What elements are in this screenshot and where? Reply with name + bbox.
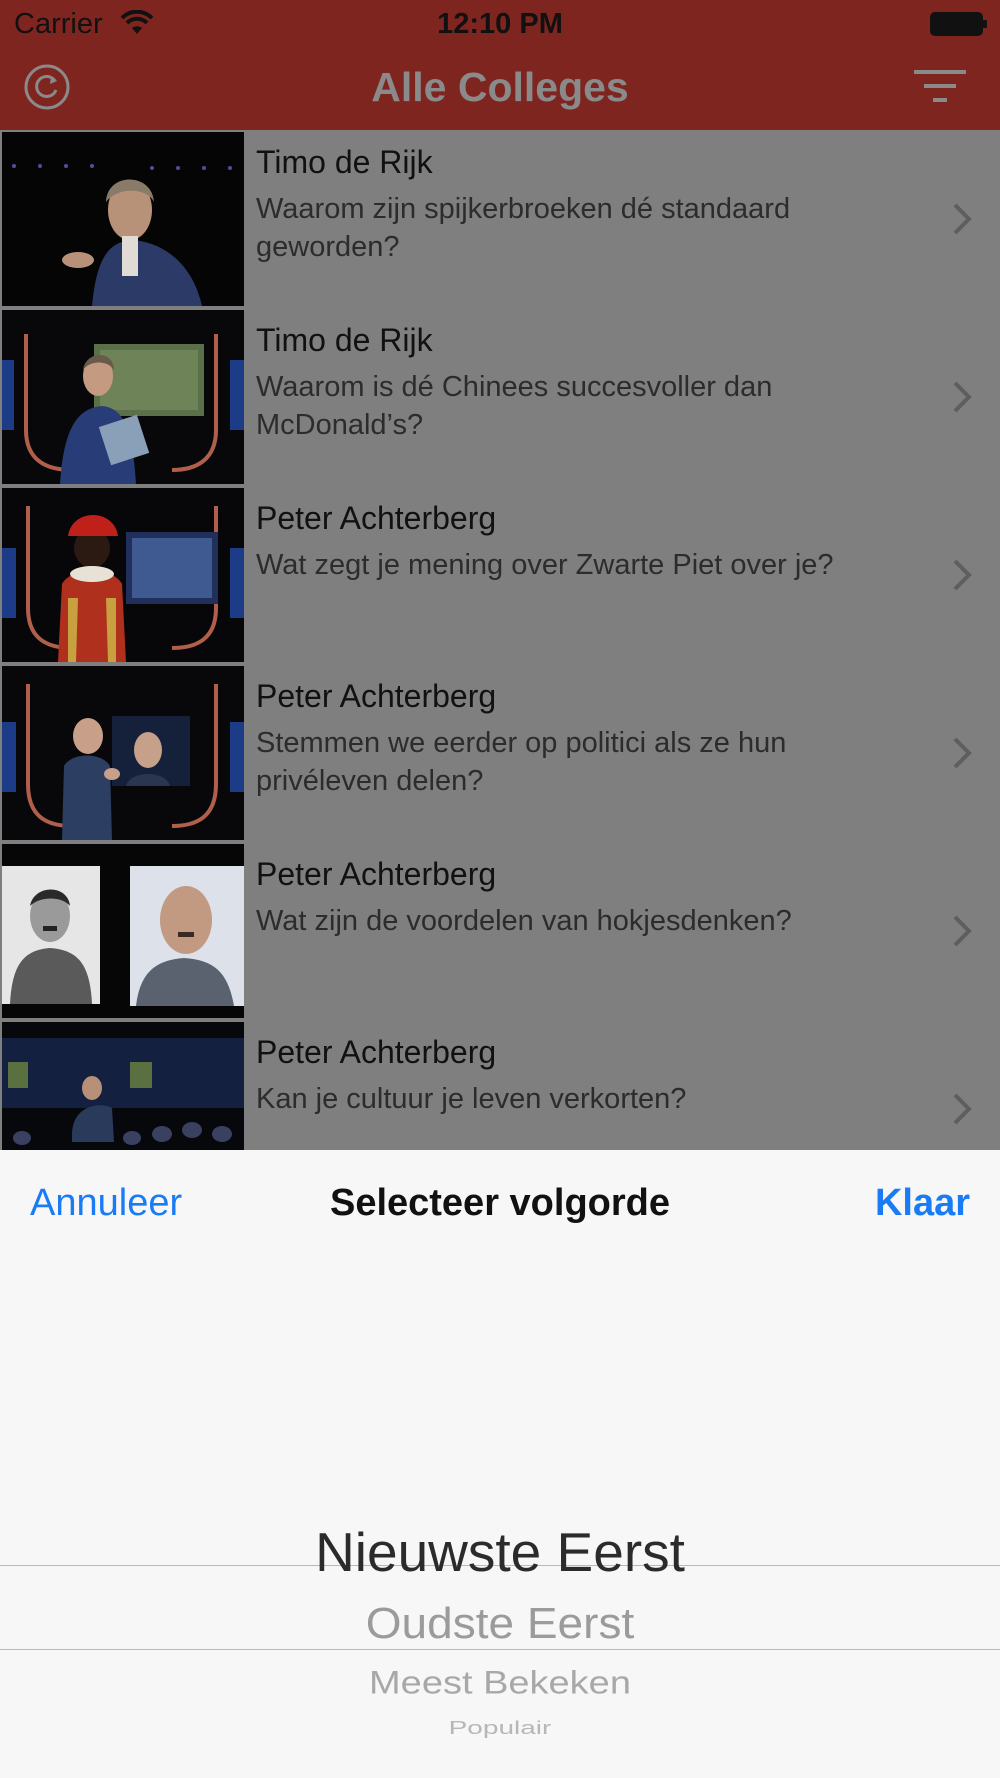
clock: 12:10 PM: [437, 8, 563, 40]
lecture-thumbnail: [2, 844, 244, 1018]
picker-title: Selecteer volgorde: [329, 1182, 671, 1224]
list-item[interactable]: Peter Achterberg Wat zegt je mening over…: [0, 486, 1000, 666]
chevron-right-icon: [953, 737, 972, 769]
speaker-name: Peter Achterberg: [256, 1034, 497, 1070]
picker-option-selected[interactable]: Nieuwste Eerst: [0, 1520, 1000, 1584]
sort-picker-sheet: Annuleer Selecteer volgorde Klaar Nieuws…: [0, 1150, 1000, 1778]
list-item[interactable]: Timo de Rijk Waarom is dé Chinees succes…: [0, 308, 1000, 488]
navigation-bar: Carrier 12:10 PM Alle Colleges: [0, 0, 1000, 130]
list-item[interactable]: Peter Achterberg Wat zijn de voordelen v…: [0, 842, 1000, 1022]
chevron-right-icon: [953, 915, 972, 947]
lecture-thumbnail: [2, 666, 244, 840]
chevron-right-icon: [953, 381, 972, 413]
speaker-name: Peter Achterberg: [256, 500, 497, 536]
selection-bottom-line: [0, 1649, 1000, 1650]
chevron-right-icon: [953, 203, 972, 235]
done-button[interactable]: Klaar: [875, 1182, 970, 1225]
lecture-title: Wat zijn de voordelen van hokjesdenken?: [256, 905, 792, 937]
list-item[interactable]: Timo de Rijk Waarom zijn spijkerbroeken …: [0, 130, 1000, 310]
lecture-title: Kan je cultuur je leven verkorten?: [256, 1083, 687, 1115]
picker-option[interactable]: Meest Bekeken: [0, 1665, 1000, 1702]
page-title: Alle Colleges: [371, 64, 629, 110]
filter-icon[interactable]: [914, 66, 966, 106]
lecture-thumbnail: [2, 310, 244, 484]
picker-toolbar: Annuleer Selecteer volgorde Klaar: [0, 1150, 1000, 1253]
list-item[interactable]: Peter Achterberg Kan je cultuur je leven…: [0, 1020, 1000, 1150]
speaker-name: Peter Achterberg: [256, 856, 497, 892]
lecture-title: Wat zegt je mening over Zwarte Piet over…: [256, 549, 834, 581]
lecture-title: Waarom is dé Chinees succesvoller dan Mc…: [256, 371, 773, 441]
lecture-thumbnail: [2, 488, 244, 662]
status-bar: Carrier 12:10 PM: [0, 0, 1000, 50]
picker-option[interactable]: Oudste Eerst: [0, 1597, 1000, 1648]
college-list: Timo de Rijk Waarom zijn spijkerbroeken …: [0, 130, 1000, 1150]
chevron-right-icon: [953, 1093, 972, 1125]
lecture-title: Waarom zijn spijkerbroeken dé standaard …: [256, 193, 791, 263]
lecture-thumbnail: [2, 132, 244, 306]
speaker-name: Timo de Rijk: [256, 144, 433, 180]
list-item[interactable]: Peter Achterberg Stemmen we eerder op po…: [0, 664, 1000, 844]
lecture-title: Stemmen we eerder op politici als ze hun…: [256, 727, 787, 797]
chevron-right-icon: [953, 559, 972, 591]
lecture-thumbnail: [2, 1022, 244, 1150]
battery-icon: [930, 12, 987, 36]
speaker-name: Timo de Rijk: [256, 322, 433, 358]
picker-option[interactable]: Populair: [0, 1718, 1000, 1739]
speaker-name: Peter Achterberg: [256, 678, 497, 714]
